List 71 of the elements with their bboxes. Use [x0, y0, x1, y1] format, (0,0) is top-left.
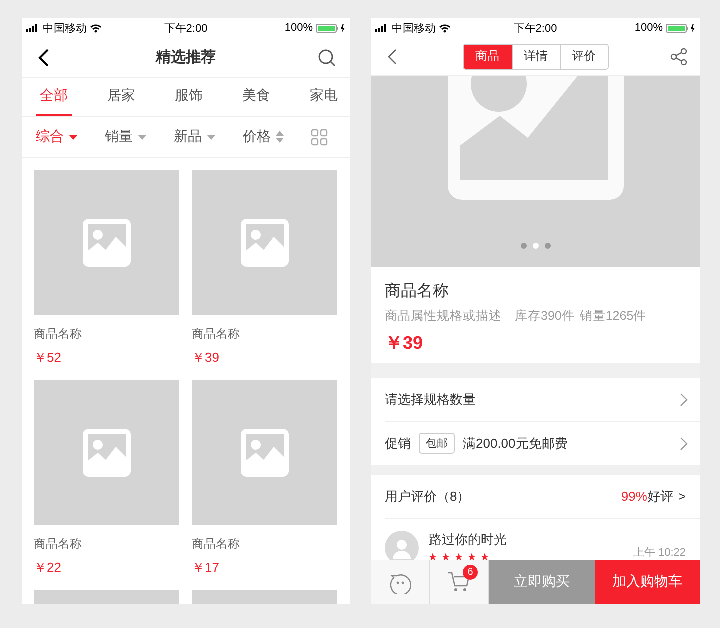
- filter-button[interactable]: 价格: [243, 128, 284, 146]
- more-link[interactable]: >: [678, 489, 686, 504]
- wifi-icon: [90, 24, 102, 32]
- carrier-name: 中国移动: [392, 22, 436, 36]
- image-icon: [82, 218, 130, 266]
- wifi-icon: [439, 24, 451, 32]
- caret-icon: [138, 134, 147, 140]
- category-tab[interactable]: 全部: [36, 78, 72, 116]
- cart-count-badge: 6: [463, 565, 478, 580]
- category-tab[interactable]: 服饰: [171, 78, 207, 116]
- review-time: 上午 10:22: [633, 546, 686, 560]
- product-price: ￥17: [192, 559, 220, 577]
- product-price: ￥52: [34, 349, 62, 367]
- sales-count: 销量1265件: [580, 308, 647, 325]
- signal-icon: [26, 24, 40, 32]
- battery-icon: [316, 24, 346, 32]
- product-description: 商品属性规格或描述: [385, 308, 502, 325]
- product-name: 商品名称: [34, 326, 82, 343]
- sort-icon: [276, 131, 284, 143]
- product-name: 商品名称: [34, 536, 82, 553]
- battery-icon: [666, 24, 696, 32]
- product-price: ￥22: [34, 559, 62, 577]
- product-price: ￥39: [385, 332, 424, 355]
- image-icon: [82, 428, 130, 476]
- reviewer-name: 路过你的时光: [429, 531, 507, 549]
- status-time: 下午2:00: [164, 22, 208, 36]
- option-label: 促销: [385, 434, 411, 452]
- product-name: 商品名称: [385, 282, 450, 302]
- product-name: 商品名称: [192, 326, 240, 343]
- positive-label: 好评: [647, 488, 674, 506]
- cart-button[interactable]: 6: [430, 560, 489, 604]
- filter-button[interactable]: 综合: [36, 128, 78, 146]
- caret-icon: [69, 134, 78, 140]
- image-placeholder[interactable]: [192, 380, 337, 525]
- page-title: 精选推荐: [156, 48, 216, 67]
- product-name: 商品名称: [192, 536, 240, 553]
- signal-icon: [375, 24, 389, 32]
- chevron-icon: [680, 392, 688, 406]
- chevron-icon: [680, 436, 688, 450]
- battery-percent: 100%: [284, 22, 313, 34]
- image-icon: [240, 218, 288, 266]
- image-placeholder[interactable]: [34, 170, 179, 315]
- share-icon[interactable]: [670, 48, 688, 66]
- add-to-cart-button[interactable]: 加入购物车: [594, 560, 700, 604]
- filter-button[interactable]: 销量: [105, 128, 147, 146]
- stock-count: 库存390件: [515, 308, 575, 325]
- category-tab[interactable]: 美食: [238, 78, 274, 116]
- option-row[interactable]: 促销 包邮 满200.00元免邮费: [385, 422, 700, 465]
- back-icon[interactable]: [38, 48, 50, 66]
- segment-tab[interactable]: 商品: [464, 44, 512, 68]
- status-time: 下午2:00: [514, 22, 558, 36]
- grid-view-icon[interactable]: [311, 128, 328, 146]
- positive-rate: 99%: [621, 489, 648, 504]
- promo-text: 满200.00元免邮费: [463, 434, 568, 452]
- category-tab[interactable]: 居家: [104, 78, 140, 116]
- option-label: 请选择规格数量: [385, 390, 476, 408]
- search-icon[interactable]: [318, 48, 336, 66]
- reviews-title: 用户评价（8）: [385, 488, 470, 506]
- segment-tab[interactable]: 评价: [560, 44, 608, 68]
- caret-icon: [207, 134, 216, 140]
- promo-tag: 包邮: [419, 433, 455, 454]
- product-price: ￥39: [192, 349, 220, 367]
- image-placeholder[interactable]: [192, 170, 337, 315]
- image-icon: [240, 428, 288, 476]
- service-button[interactable]: [371, 560, 430, 604]
- battery-percent: 100%: [634, 22, 663, 34]
- image-placeholder[interactable]: [34, 380, 179, 525]
- option-row[interactable]: 请选择规格数量: [385, 378, 700, 422]
- category-tab[interactable]: 家电: [306, 78, 342, 116]
- filter-button[interactable]: 新品: [174, 128, 216, 146]
- carrier-name: 中国移动: [43, 22, 87, 36]
